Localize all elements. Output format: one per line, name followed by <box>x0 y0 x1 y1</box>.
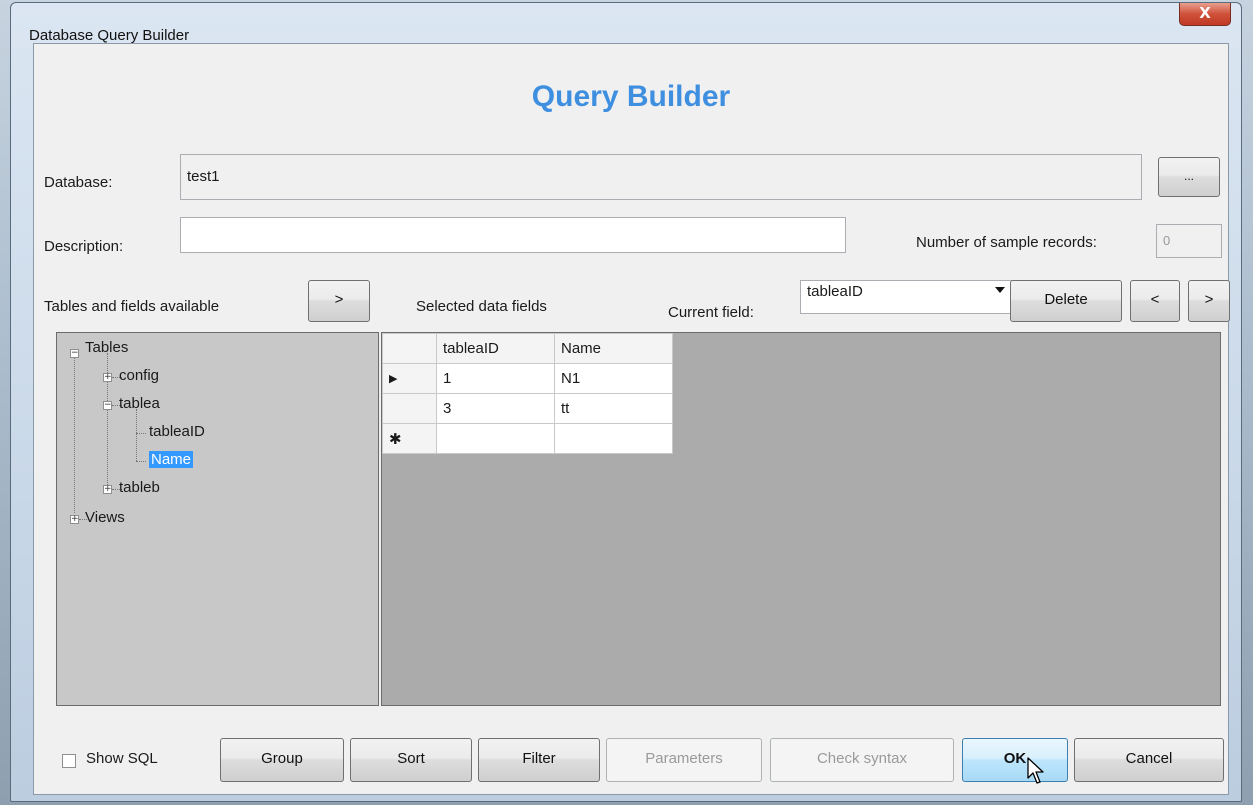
tree-node-tablea[interactable]: tablea <box>119 395 160 412</box>
dialog-window: Database Query Builder X Query Builder D… <box>10 2 1242 802</box>
move-right-button[interactable]: > <box>1188 280 1230 322</box>
show-sql-checkbox[interactable] <box>62 754 76 768</box>
collapse-icon[interactable]: − <box>70 349 79 358</box>
new-row-icon[interactable]: ✱ <box>382 423 437 454</box>
table-cell[interactable] <box>554 423 673 454</box>
data-table: tableaID Name ▶ 1 N1 3 tt ✱ <box>382 333 673 454</box>
table-cell[interactable]: N1 <box>554 363 673 394</box>
sort-button[interactable]: Sort <box>350 738 472 782</box>
selected-fields-label: Selected data fields <box>416 298 547 315</box>
expand-icon[interactable]: + <box>70 515 79 524</box>
row-header[interactable] <box>382 393 437 424</box>
table-row[interactable]: 3 tt <box>382 393 673 424</box>
description-label: Description: <box>44 238 124 255</box>
tree-node-name-selected[interactable]: Name <box>149 451 194 468</box>
database-label: Database: <box>44 174 113 191</box>
column-header[interactable]: tableaID <box>436 333 555 364</box>
group-button[interactable]: Group <box>220 738 344 782</box>
window-title: Database Query Builder <box>29 27 190 44</box>
current-field-value: tableaID <box>807 283 863 300</box>
parameters-button[interactable]: Parameters <box>606 738 762 782</box>
title-bar[interactable]: Database Query Builder X <box>11 3 1241 47</box>
page-title: Query Builder <box>531 80 731 113</box>
delete-button[interactable]: Delete <box>1010 280 1122 322</box>
column-header[interactable]: Name <box>554 333 673 364</box>
tree-connector <box>136 409 137 461</box>
move-left-button[interactable]: < <box>1130 280 1180 322</box>
cancel-button[interactable]: Cancel <box>1074 738 1224 782</box>
mouse-cursor-icon <box>1027 757 1044 784</box>
check-syntax-button[interactable]: Check syntax <box>770 738 954 782</box>
expand-icon[interactable]: + <box>103 373 112 382</box>
chevron-down-icon <box>995 287 1005 293</box>
current-field-dropdown[interactable]: tableaID <box>800 280 1012 314</box>
row-header-corner <box>382 333 437 364</box>
tree-node-tableaID[interactable]: tableaID <box>149 423 205 440</box>
filter-button[interactable]: Filter <box>478 738 600 782</box>
description-field[interactable] <box>180 217 846 253</box>
close-button[interactable]: X <box>1179 3 1231 26</box>
tree-node-tableb[interactable]: tableb <box>119 479 160 496</box>
sample-records-label: Number of sample records: <box>916 234 1097 251</box>
tree-node-config[interactable]: config <box>119 367 159 384</box>
table-cell[interactable]: 1 <box>436 363 555 394</box>
collapse-icon[interactable]: − <box>103 401 112 410</box>
tables-fields-label: Tables and fields available <box>44 298 220 315</box>
dialog-client: Query Builder Database: test1 ... Descri… <box>33 43 1230 795</box>
table-row[interactable]: ✱ <box>382 423 673 454</box>
tree-connector <box>136 461 146 462</box>
table-cell[interactable]: 3 <box>436 393 555 424</box>
selected-fields-grid[interactable]: tableaID Name ▶ 1 N1 3 tt ✱ <box>381 332 1221 706</box>
database-field[interactable]: test1 <box>180 154 1142 200</box>
current-row-indicator-icon[interactable]: ▶ <box>382 363 437 394</box>
ok-button[interactable]: OK <box>962 738 1068 782</box>
tree-node-views[interactable]: Views <box>85 509 125 526</box>
add-field-button[interactable]: > <box>308 280 370 322</box>
table-header-row: tableaID Name <box>382 333 673 364</box>
current-field-label: Current field: <box>668 304 754 321</box>
table-cell[interactable]: tt <box>554 393 673 424</box>
tree-node-tables[interactable]: Tables <box>85 339 128 356</box>
sample-records-field[interactable]: 0 <box>1156 224 1222 258</box>
tree-connector <box>136 433 146 434</box>
expand-icon[interactable]: + <box>103 485 112 494</box>
browse-database-button[interactable]: ... <box>1158 157 1220 197</box>
table-cell[interactable] <box>436 423 555 454</box>
tree-connector <box>74 353 75 513</box>
table-row[interactable]: ▶ 1 N1 <box>382 363 673 394</box>
show-sql-label[interactable]: Show SQL <box>86 750 158 767</box>
tables-tree[interactable]: − Tables + config − tablea tableaID Name… <box>56 332 379 706</box>
